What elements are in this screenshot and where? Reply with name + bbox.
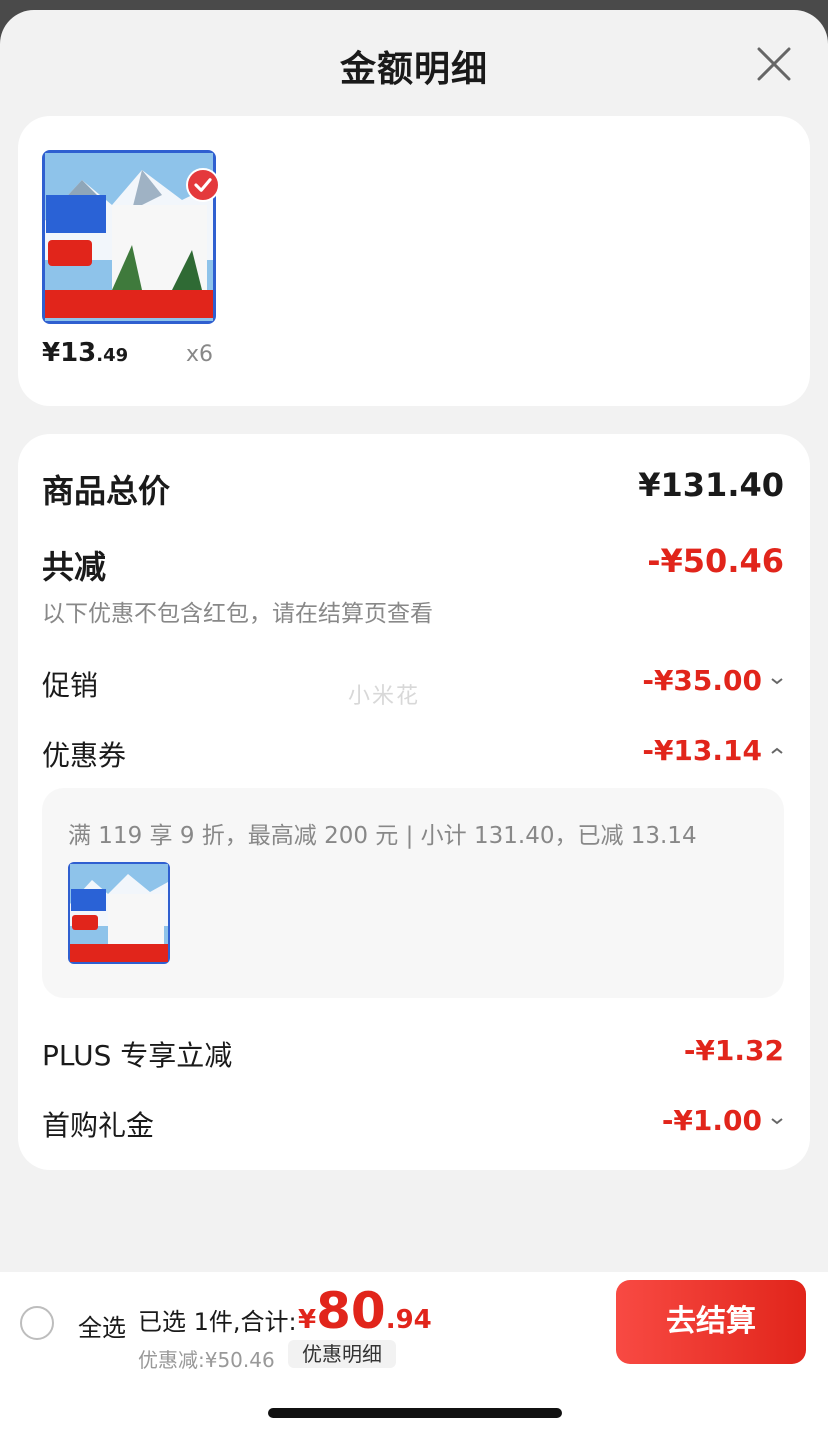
close-icon[interactable] <box>756 46 792 82</box>
unit-price: ¥13.49 <box>42 338 128 368</box>
chevron-down-icon[interactable] <box>770 1114 784 1128</box>
coupon-value-group[interactable]: -¥13.14 <box>642 734 784 767</box>
home-indicator[interactable] <box>268 1408 562 1418</box>
plus-value: -¥1.32 <box>683 1034 784 1067</box>
product-card: ¥13.49 x6 <box>18 116 810 406</box>
chevron-down-icon[interactable] <box>770 674 784 688</box>
unit-price-dec: .49 <box>96 345 129 366</box>
checkout-bar: 全选 已选 1件,合计: ¥80.94 优惠减:¥50.46 优惠明细 去结算 <box>0 1272 828 1382</box>
coupon-label: 优惠券 <box>42 739 127 772</box>
first-purchase-value-group[interactable]: -¥1.00 <box>662 1104 784 1137</box>
goods-total-value: ¥131.40 <box>638 466 784 504</box>
select-all-label[interactable]: 全选 <box>78 1308 126 1343</box>
goods-total-label: 商品总价 <box>42 472 171 510</box>
sheet-header: 金额明细 <box>0 10 828 120</box>
coupon-description: 满 119 享 9 折，最高减 200 元 | 小计 131.40，已减 13.… <box>68 823 697 849</box>
discount-amount: 优惠减:¥50.46 <box>138 1348 275 1372</box>
chevron-up-icon[interactable] <box>770 744 784 758</box>
plus-row: PLUS 专享立减 -¥1.32 <box>42 1034 784 1074</box>
select-all-radio[interactable] <box>20 1306 54 1340</box>
quantity: x6 <box>186 342 214 367</box>
unit-price-int: ¥13 <box>42 338 97 368</box>
first-purchase-row[interactable]: 首购礼金 -¥1.00 <box>42 1104 784 1144</box>
first-purchase-value: -¥1.00 <box>661 1104 762 1137</box>
total-reduce-label: 共减 <box>42 548 107 586</box>
reduce-note: 以下优惠不包含红包，请在结算页查看 <box>42 601 433 627</box>
promo-label: 促销 <box>42 669 99 702</box>
promo-value: -¥35.00 <box>642 664 762 697</box>
coupon-row[interactable]: 优惠券 -¥13.14 <box>42 734 784 774</box>
promo-value-group[interactable]: -¥35.00 <box>642 664 784 697</box>
total-reduce-value: -¥50.46 <box>647 542 784 580</box>
total-price-int: 80 <box>316 1282 386 1340</box>
total-price: ¥80.94 <box>298 1282 432 1340</box>
plus-label: PLUS 专享立减 <box>42 1039 233 1072</box>
selected-count-text: 已选 1件,合计: <box>138 1308 297 1336</box>
first-purchase-label: 首购礼金 <box>42 1109 155 1142</box>
total-reduce-row: 共减 -¥50.46 <box>42 542 784 588</box>
coupon-value: -¥13.14 <box>642 734 762 767</box>
check-icon[interactable] <box>186 168 220 202</box>
price-breakdown-card: 商品总价 ¥131.40 共减 -¥50.46 以下优惠不包含红包，请在结算页查… <box>18 434 810 1170</box>
coupon-detail-box: 满 119 享 9 折，最高减 200 元 | 小计 131.40，已减 13.… <box>42 788 784 998</box>
checkout-button[interactable]: 去结算 <box>616 1280 806 1364</box>
coupon-product-thumbnail <box>68 862 170 964</box>
goods-total-row: 商品总价 ¥131.40 <box>42 466 784 512</box>
amount-detail-sheet: 金额明细 ¥13.49 x6 商品总价 ¥131.40 共减 -¥50.46 以… <box>0 10 828 1446</box>
sheet-title: 金额明细 <box>339 49 488 90</box>
discount-detail-button[interactable]: 优惠明细 <box>288 1340 396 1368</box>
total-price-symbol: ¥ <box>298 1305 317 1335</box>
total-price-dec: .94 <box>385 1305 432 1335</box>
promo-row[interactable]: 促销 -¥35.00 <box>42 664 784 704</box>
